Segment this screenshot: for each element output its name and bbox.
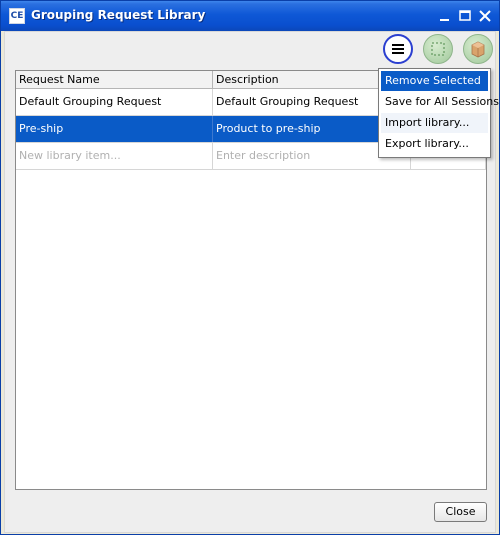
package-button[interactable]: [463, 34, 493, 64]
minimize-icon[interactable]: [437, 8, 453, 24]
package-box-icon: [471, 41, 485, 58]
menu-item-save-all-sessions[interactable]: Save for All Sessions: [381, 92, 499, 112]
column-header-request-name[interactable]: Request Name: [16, 71, 213, 89]
menu-item-import-library[interactable]: Import library...: [381, 113, 488, 133]
new-item-name-input[interactable]: New library item...: [16, 143, 213, 169]
menu-button[interactable]: [383, 34, 413, 64]
window-title: Grouping Request Library: [31, 8, 206, 22]
dashed-selection-icon: [431, 42, 445, 56]
library-menu: Remove Selected Save for All Sessions Im…: [378, 68, 499, 158]
dialog-window: CE Grouping Request Library Request Name…: [0, 0, 500, 535]
cell-request-name[interactable]: Default Grouping Request: [16, 89, 213, 115]
menu-item-remove-selected[interactable]: Remove Selected: [381, 71, 488, 91]
close-button[interactable]: Close: [434, 502, 487, 522]
menu-item-export-library[interactable]: Export library...: [381, 134, 488, 154]
title-bar[interactable]: CE Grouping Request Library: [1, 1, 499, 31]
app-icon: CE: [9, 8, 25, 24]
close-icon[interactable]: [477, 8, 493, 24]
select-button[interactable]: [423, 34, 453, 64]
maximize-icon[interactable]: [457, 8, 473, 24]
cell-request-name[interactable]: Pre-ship: [16, 116, 213, 142]
